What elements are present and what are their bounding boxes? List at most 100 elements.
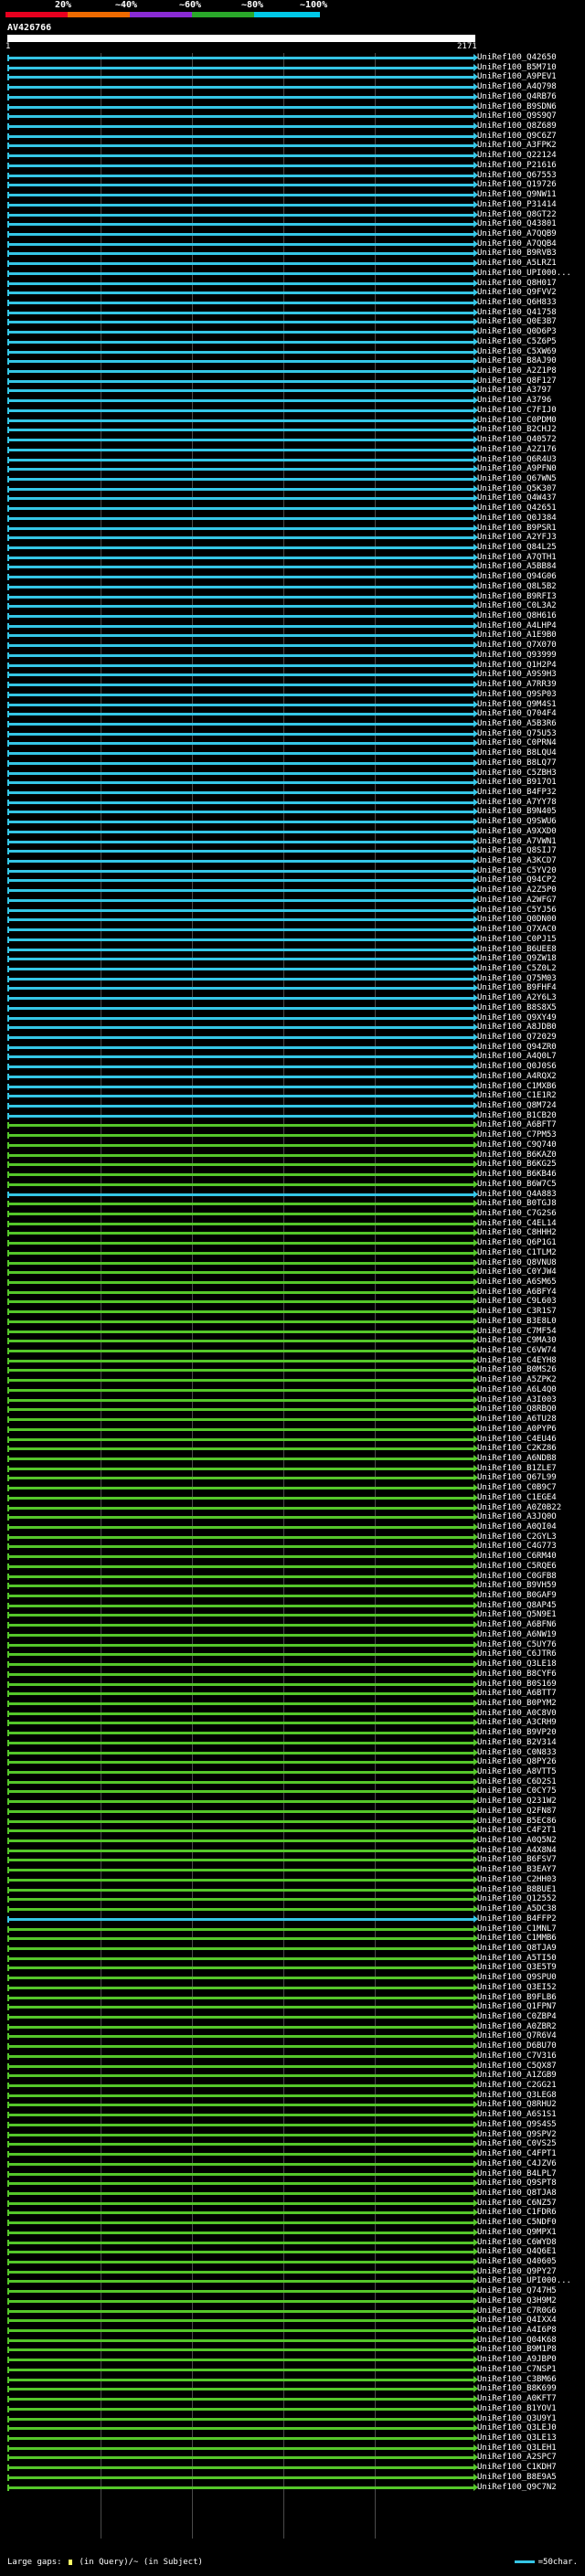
- alignment-row[interactable]: UniRef100_Q22124: [0, 151, 585, 161]
- alignment-row[interactable]: UniRef100_Q3LE18: [0, 1659, 585, 1670]
- alignment-row[interactable]: UniRef100_Q94G06: [0, 572, 585, 582]
- subject-accession-link[interactable]: UniRef100_A9XXD0: [477, 827, 557, 837]
- alignment-row[interactable]: UniRef100_A4Q0L7: [0, 1052, 585, 1062]
- subject-accession-link[interactable]: UniRef100_A5ZPK2: [477, 1375, 557, 1385]
- alignment-row[interactable]: UniRef100_Q3H9M2: [0, 2296, 585, 2306]
- subject-accession-link[interactable]: UniRef100_C5XW69: [477, 347, 557, 357]
- subject-accession-link[interactable]: UniRef100_B9SDN6: [477, 102, 557, 112]
- subject-accession-link[interactable]: UniRef100_A6BFT7: [477, 1120, 557, 1130]
- subject-accession-link[interactable]: UniRef100_A2SPC7: [477, 2453, 557, 2463]
- subject-accession-link[interactable]: UniRef100_A3CRH9: [477, 1718, 557, 1728]
- alignment-row[interactable]: UniRef100_Q6P1G1: [0, 1238, 585, 1248]
- alignment-row[interactable]: UniRef100_A3796: [0, 396, 585, 406]
- subject-accession-link[interactable]: UniRef100_Q42651: [477, 504, 557, 514]
- alignment-row[interactable]: UniRef100_C9MA30: [0, 1336, 585, 1346]
- alignment-row[interactable]: UniRef100_Q5K307: [0, 484, 585, 494]
- alignment-row[interactable]: UniRef100_C1FDR6: [0, 2208, 585, 2218]
- alignment-row[interactable]: UniRef100_C7FIJ0: [0, 406, 585, 416]
- alignment-row[interactable]: UniRef100_C8HHH2: [0, 1228, 585, 1238]
- alignment-row[interactable]: UniRef100_Q40605: [0, 2257, 585, 2267]
- subject-accession-link[interactable]: UniRef100_C3R1S7: [477, 1307, 557, 1317]
- alignment-row[interactable]: UniRef100_Q8H017: [0, 279, 585, 289]
- alignment-row[interactable]: UniRef100_A3FPK2: [0, 141, 585, 151]
- subject-accession-link[interactable]: UniRef100_A6BFN6: [477, 1620, 557, 1630]
- subject-accession-link[interactable]: UniRef100_Q8M724: [477, 1101, 557, 1111]
- subject-accession-link[interactable]: UniRef100_Q19726: [477, 180, 557, 190]
- subject-accession-link[interactable]: UniRef100_A2WFG7: [477, 896, 557, 906]
- subject-accession-link[interactable]: UniRef100_C0CY75: [477, 1786, 557, 1797]
- alignment-row[interactable]: UniRef100_A0QI04: [0, 1522, 585, 1532]
- subject-accession-link[interactable]: UniRef100_Q4IXX4: [477, 2316, 557, 2326]
- subject-accession-link[interactable]: UniRef100_Q8TJA8: [477, 2189, 557, 2199]
- subject-accession-link[interactable]: UniRef100_C5QX87: [477, 2062, 557, 2072]
- alignment-row[interactable]: UniRef100_A3797: [0, 386, 585, 396]
- subject-accession-link[interactable]: UniRef100_C4F2T1: [477, 1826, 557, 1836]
- subject-accession-link[interactable]: UniRef100_UPI000...: [477, 2276, 571, 2286]
- subject-accession-link[interactable]: UniRef100_B9VP20: [477, 1728, 557, 1738]
- subject-accession-link[interactable]: UniRef100_Q9M4S1: [477, 700, 557, 710]
- subject-accession-link[interactable]: UniRef100_Q3LEH1: [477, 2443, 557, 2454]
- subject-accession-link[interactable]: UniRef100_C6JTR6: [477, 1649, 557, 1659]
- alignment-row[interactable]: UniRef100_C5ZBH3: [0, 769, 585, 779]
- subject-accession-link[interactable]: UniRef100_Q0E3B7: [477, 317, 557, 327]
- subject-accession-link[interactable]: UniRef100_B9VH59: [477, 1581, 557, 1591]
- subject-accession-link[interactable]: UniRef100_A9JBP0: [477, 2355, 557, 2365]
- alignment-row[interactable]: UniRef100_A5ZPK2: [0, 1375, 585, 1385]
- subject-accession-link[interactable]: UniRef100_A0PYP6: [477, 1425, 557, 1435]
- alignment-row[interactable]: UniRef100_C0VS25: [0, 2139, 585, 2149]
- alignment-row[interactable]: UniRef100_Q9C7N2: [0, 2483, 585, 2493]
- alignment-row[interactable]: UniRef100_Q8RHU2: [0, 2100, 585, 2110]
- alignment-row[interactable]: UniRef100_A5B3R6: [0, 719, 585, 729]
- alignment-row[interactable]: UniRef100_C6JTR6: [0, 1649, 585, 1659]
- subject-accession-link[interactable]: UniRef100_A5TI50: [477, 1954, 557, 1964]
- subject-accession-link[interactable]: UniRef100_Q747H5: [477, 2286, 557, 2296]
- alignment-row[interactable]: UniRef100_A0Z0B22: [0, 1503, 585, 1513]
- alignment-row[interactable]: UniRef100_C5XW69: [0, 347, 585, 357]
- subject-accession-link[interactable]: UniRef100_B917O1: [477, 778, 557, 788]
- subject-accession-link[interactable]: UniRef100_C1TLM2: [477, 1248, 557, 1258]
- subject-accession-link[interactable]: UniRef100_C6NZ57: [477, 2199, 557, 2209]
- subject-accession-link[interactable]: UniRef100_Q3EI52: [477, 1983, 557, 1993]
- subject-accession-link[interactable]: UniRef100_B6W7C5: [477, 1180, 557, 1190]
- alignment-row[interactable]: UniRef100_Q8PY26: [0, 1757, 585, 1767]
- alignment-row[interactable]: UniRef100_C3R1S7: [0, 1307, 585, 1317]
- subject-accession-link[interactable]: UniRef100_Q8GT22: [477, 210, 557, 220]
- subject-accession-link[interactable]: UniRef100_Q4RB76: [477, 92, 557, 102]
- subject-accession-link[interactable]: UniRef100_C6VW74: [477, 1346, 557, 1356]
- subject-accession-link[interactable]: UniRef100_B8BUE1: [477, 1885, 557, 1895]
- subject-accession-link[interactable]: UniRef100_A3796: [477, 396, 551, 406]
- subject-accession-link[interactable]: UniRef100_C4G773: [477, 1542, 557, 1552]
- subject-accession-link[interactable]: UniRef100_A4X8N4: [477, 1846, 557, 1856]
- subject-accession-link[interactable]: UniRef100_B9RVB3: [477, 249, 557, 259]
- alignment-row[interactable]: UniRef100_Q9PY27: [0, 2267, 585, 2277]
- alignment-row[interactable]: UniRef100_A5BB84: [0, 562, 585, 572]
- alignment-row[interactable]: UniRef100_C0YJW4: [0, 1267, 585, 1277]
- subject-accession-link[interactable]: UniRef100_A0Z0B22: [477, 1503, 561, 1513]
- subject-accession-link[interactable]: UniRef100_A3I003: [477, 1395, 557, 1405]
- alignment-row[interactable]: UniRef100_Q93999: [0, 651, 585, 661]
- alignment-row[interactable]: UniRef100_C0PRN4: [0, 738, 585, 748]
- subject-accession-link[interactable]: UniRef100_C1MMB6: [477, 1934, 557, 1944]
- subject-accession-link[interactable]: UniRef100_B6FSV7: [477, 1855, 557, 1865]
- subject-accession-link[interactable]: UniRef100_Q3LE18: [477, 1659, 557, 1670]
- alignment-row[interactable]: UniRef100_A9PFN0: [0, 464, 585, 474]
- subject-accession-link[interactable]: UniRef100_C2GG21: [477, 2081, 557, 2091]
- alignment-row[interactable]: UniRef100_Q9S9Q7: [0, 111, 585, 122]
- alignment-row[interactable]: UniRef100_Q42651: [0, 504, 585, 514]
- alignment-row[interactable]: UniRef100_Q4W437: [0, 493, 585, 504]
- alignment-row[interactable]: UniRef100_B9VP20: [0, 1728, 585, 1738]
- subject-accession-link[interactable]: UniRef100_Q94CP2: [477, 875, 557, 885]
- subject-accession-link[interactable]: UniRef100_A8JDB0: [477, 1023, 557, 1033]
- subject-accession-link[interactable]: UniRef100_Q41758: [477, 308, 557, 318]
- subject-accession-link[interactable]: UniRef100_B8E9A5: [477, 2473, 557, 2483]
- subject-accession-link[interactable]: UniRef100_Q67WN5: [477, 474, 557, 484]
- subject-accession-link[interactable]: UniRef100_A9S9H3: [477, 670, 557, 680]
- subject-accession-link[interactable]: UniRef100_B5M710: [477, 63, 557, 73]
- alignment-row[interactable]: UniRef100_B2CHJ2: [0, 425, 585, 435]
- alignment-row[interactable]: UniRef100_A0KFT7: [0, 2394, 585, 2404]
- alignment-row[interactable]: UniRef100_C9Q740: [0, 1140, 585, 1150]
- alignment-row[interactable]: UniRef100_B917O1: [0, 778, 585, 788]
- subject-accession-link[interactable]: UniRef100_Q9SP03: [477, 690, 557, 700]
- alignment-row[interactable]: UniRef100_Q7X070: [0, 641, 585, 651]
- subject-accession-link[interactable]: UniRef100_C7FIJ0: [477, 406, 557, 416]
